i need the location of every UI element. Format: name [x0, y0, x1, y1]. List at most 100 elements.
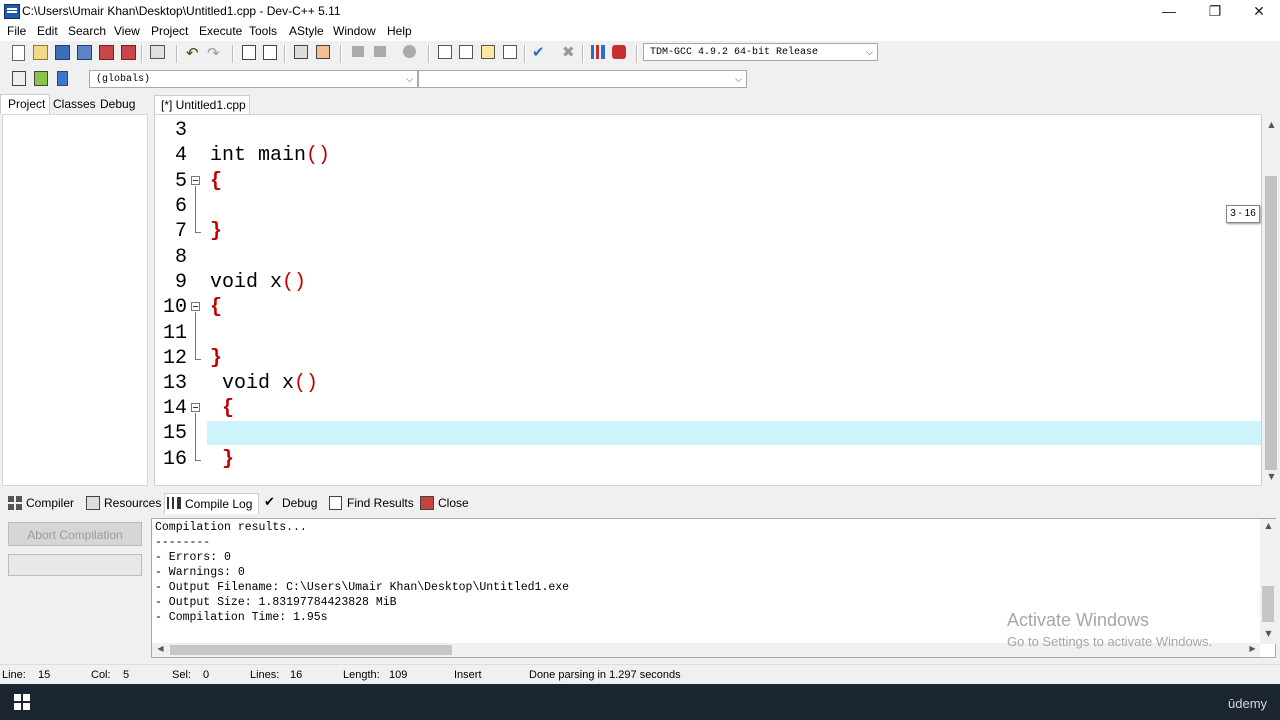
fold-guide-end: [195, 359, 201, 360]
restore-button[interactable]: ❐: [1192, 0, 1238, 22]
menu-tools[interactable]: Tools: [249, 24, 277, 38]
goto-line-icon[interactable]: [294, 45, 308, 59]
find-icon[interactable]: [242, 45, 256, 60]
menu-window[interactable]: Window: [333, 24, 376, 38]
menu-search[interactable]: Search: [68, 24, 106, 38]
tab-classes[interactable]: Classes: [53, 97, 96, 111]
unindent-icon[interactable]: [352, 46, 364, 57]
code-line: 5 {: [155, 169, 1261, 194]
menu-project[interactable]: Project: [151, 24, 188, 38]
code-editor[interactable]: 3 4 int main() 5 { 6 7 } 8 9 void x() 10…: [154, 114, 1262, 486]
fold-toggle-icon[interactable]: [191, 302, 200, 311]
window-title: C:\Users\Umair Khan\Desktop\Untitled1.cp…: [22, 4, 341, 18]
bookmark-icon[interactable]: [57, 71, 68, 86]
scroll-up-icon[interactable]: ▲: [1260, 521, 1277, 530]
stop-icon[interactable]: ✖: [562, 43, 578, 61]
menu-bar: File Edit Search View Project Execute To…: [0, 22, 1280, 41]
member-select[interactable]: ⌵: [418, 70, 747, 88]
code-line: 6: [155, 194, 1261, 219]
editor-scrollbar-thumb[interactable]: [1265, 176, 1277, 470]
open-file-icon[interactable]: [33, 45, 48, 60]
goto-icon[interactable]: [34, 71, 48, 86]
compiler-select[interactable]: TDM-GCC 4.9.2 64-bit Release ⌵: [643, 43, 878, 61]
tab-resources[interactable]: Resources: [84, 493, 161, 513]
scroll-down-icon[interactable]: ▼: [1260, 629, 1277, 638]
new-class-icon[interactable]: [438, 45, 452, 59]
print-icon[interactable]: [150, 45, 165, 59]
chevron-down-icon: ⌵: [406, 75, 413, 85]
tab-project[interactable]: Project: [0, 94, 51, 114]
close-all-icon[interactable]: [121, 45, 136, 60]
toggle-bookmark-icon[interactable]: [316, 45, 330, 59]
insert-icon[interactable]: [12, 71, 26, 86]
tab-compile-log-label: Compile Log: [185, 497, 253, 511]
new-file-icon[interactable]: [12, 45, 25, 61]
tab-compiler[interactable]: Compiler: [6, 493, 74, 513]
delete-profile-icon[interactable]: [612, 45, 626, 59]
fold-guide: [195, 312, 196, 359]
project-tree[interactable]: [2, 114, 148, 486]
status-lines: 16: [290, 669, 303, 681]
scroll-right-icon[interactable]: ▶: [1244, 644, 1261, 653]
menu-view[interactable]: View: [114, 24, 140, 38]
status-col: 5: [123, 669, 130, 681]
save-all-icon[interactable]: [77, 45, 92, 60]
redo-icon[interactable]: ↷: [207, 44, 223, 62]
profile-chart-icon[interactable]: [591, 45, 605, 59]
replace-icon[interactable]: [263, 45, 277, 60]
fullscreen-icon[interactable]: [459, 45, 473, 59]
app-icon: [4, 4, 20, 19]
log-scrollbar-thumb[interactable]: [1262, 586, 1274, 622]
fold-toggle-icon[interactable]: [191, 403, 200, 412]
undo-icon[interactable]: ↶: [186, 44, 202, 62]
tab-debug[interactable]: Debug: [100, 97, 135, 111]
line-number: 13: [162, 372, 187, 395]
fold-guide-end: [195, 232, 201, 233]
code-keyword: int main: [210, 144, 307, 167]
save-icon[interactable]: [55, 45, 70, 60]
tab-close[interactable]: Close: [418, 493, 469, 513]
log-scrollbar[interactable]: ▲ ▼: [1260, 519, 1276, 644]
windows-start-icon[interactable]: [14, 694, 30, 710]
menu-astyle[interactable]: AStyle: [289, 24, 324, 38]
tab-debug-bottom[interactable]: ✔ Debug: [262, 493, 317, 513]
status-message: Done parsing in 1.297 seconds: [529, 669, 681, 681]
tab-resources-label: Resources: [104, 496, 162, 510]
scope-select[interactable]: (globals) ⌵: [89, 70, 418, 88]
menu-help[interactable]: Help: [387, 24, 412, 38]
code-line: 4 int main(): [155, 143, 1261, 168]
status-sel: 0: [203, 669, 210, 681]
status-line-label: Line:: [2, 669, 26, 681]
close-window-button[interactable]: ✕: [1236, 0, 1280, 22]
code-line: 3: [155, 118, 1261, 143]
code-line: 12 }: [155, 346, 1261, 371]
watermark-title: Activate Windows: [1007, 610, 1150, 630]
taskbar: ūdemy: [0, 684, 1280, 720]
check-syntax-icon[interactable]: ✔: [532, 43, 548, 61]
editor-tab-untitled1[interactable]: [*] Untitled1.cpp: [154, 95, 250, 115]
minimize-button[interactable]: —: [1146, 0, 1192, 22]
abort-compilation-button[interactable]: Abort Compilation: [8, 522, 142, 546]
tab-find-results[interactable]: Find Results: [327, 493, 414, 513]
code-parens: (): [282, 271, 307, 294]
code-keyword: void x: [210, 271, 283, 294]
menu-edit[interactable]: Edit: [37, 24, 58, 38]
tile-icon[interactable]: [503, 45, 517, 59]
line-number: 15: [162, 422, 187, 445]
left-panel-tabs: Project Classes Debug: [0, 94, 150, 114]
indent-icon[interactable]: [374, 46, 386, 57]
window-icon[interactable]: [481, 45, 495, 59]
scroll-up-icon[interactable]: ▲: [1263, 120, 1280, 129]
menu-execute[interactable]: Execute: [199, 24, 242, 38]
log-hscroll-thumb[interactable]: [170, 645, 452, 655]
close-file-icon[interactable]: [99, 45, 114, 60]
menu-file[interactable]: File: [7, 24, 26, 38]
fold-toggle-icon[interactable]: [191, 176, 200, 185]
scroll-left-icon[interactable]: ◀: [152, 644, 169, 653]
comment-icon[interactable]: [403, 45, 416, 58]
status-sel-label: Sel:: [172, 669, 191, 681]
scroll-down-icon[interactable]: ▼: [1263, 472, 1280, 481]
tab-compile-log[interactable]: Compile Log: [164, 493, 260, 514]
code-line: 10 {: [155, 295, 1261, 320]
grid-icon: [8, 496, 22, 510]
